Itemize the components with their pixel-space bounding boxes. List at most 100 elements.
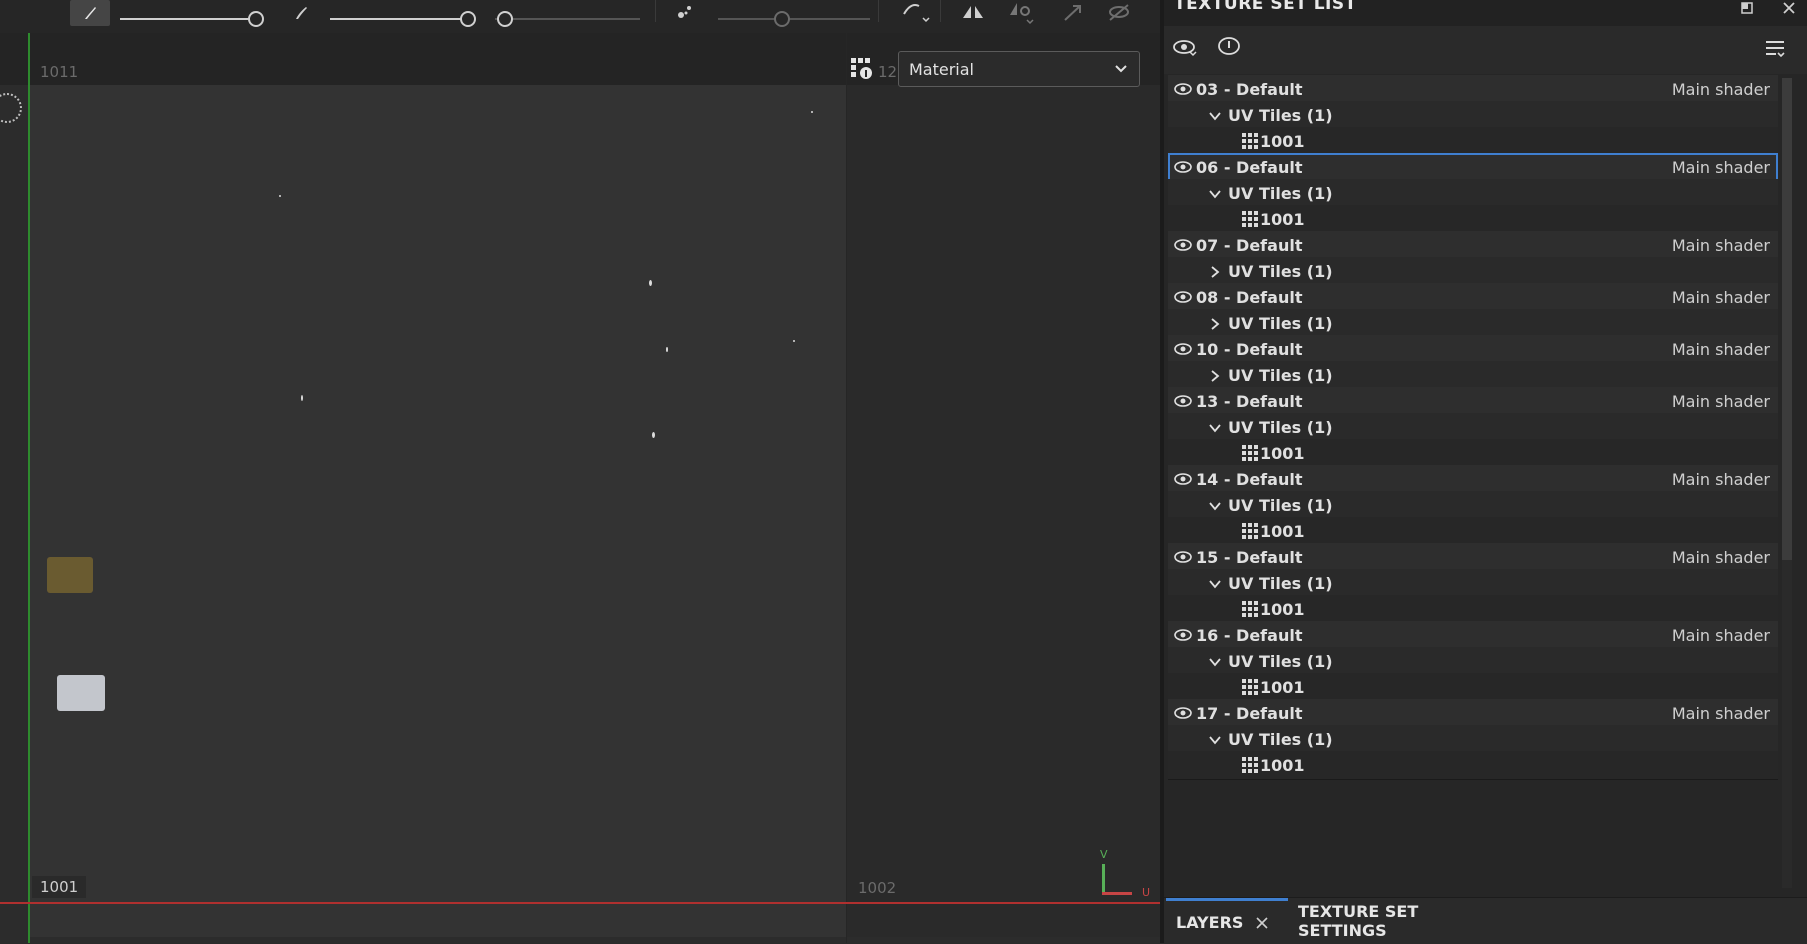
close-tab-icon[interactable] bbox=[1255, 916, 1269, 930]
chevron-down-icon[interactable] bbox=[1208, 186, 1222, 205]
eye-icon[interactable] bbox=[1174, 159, 1192, 178]
panel-tabs: LAYERS TEXTURE SET SETTINGS bbox=[1164, 897, 1807, 944]
uv-tiles-row[interactable]: UV Tiles (1) bbox=[1168, 309, 1778, 338]
navigation-gizmo[interactable] bbox=[0, 93, 22, 123]
flow-slider[interactable] bbox=[330, 11, 476, 27]
eye-icon[interactable] bbox=[1174, 471, 1192, 490]
spacing-slider-knob[interactable] bbox=[774, 11, 790, 27]
texture-set-row[interactable]: 14 - Default Main shader bbox=[1168, 465, 1778, 494]
chevron-down-icon[interactable] bbox=[1208, 576, 1222, 595]
grid-icon bbox=[1242, 133, 1258, 153]
uv-tile-row[interactable]: 1001 bbox=[1168, 439, 1778, 468]
shader-label: Main shader bbox=[1671, 339, 1770, 359]
uv-tile-row[interactable]: 1001 bbox=[1168, 751, 1778, 780]
v-axis-line bbox=[28, 33, 30, 943]
eye-icon[interactable] bbox=[1174, 81, 1192, 100]
uv-tiles-row[interactable]: UV Tiles (1) bbox=[1168, 647, 1778, 676]
eye-icon[interactable] bbox=[1174, 393, 1192, 412]
texture-set-row[interactable]: 13 - Default Main shader bbox=[1168, 387, 1778, 416]
eye-icon[interactable] bbox=[1174, 341, 1192, 360]
uv-tiles-row[interactable]: UV Tiles (1) bbox=[1168, 179, 1778, 208]
size-slider[interactable] bbox=[120, 11, 264, 27]
shader-label: Main shader bbox=[1671, 287, 1770, 307]
symmetry-settings-button[interactable] bbox=[1006, 0, 1036, 26]
uv-tiles-row[interactable]: UV Tiles (1) bbox=[1168, 257, 1778, 286]
uv-island bbox=[301, 395, 303, 401]
opacity-slider-knob[interactable] bbox=[497, 11, 513, 27]
scatter-button[interactable] bbox=[672, 0, 700, 26]
tab-layers[interactable]: LAYERS bbox=[1166, 898, 1288, 944]
chevron-right-icon[interactable] bbox=[1208, 264, 1222, 283]
uv-tiles-row[interactable]: UV Tiles (1) bbox=[1168, 101, 1778, 130]
list-options-icon[interactable] bbox=[1764, 38, 1786, 60]
uv-tiles-label: UV Tiles (1) bbox=[1228, 365, 1333, 385]
channel-display-button[interactable] bbox=[850, 57, 874, 85]
texture-set-name: 06 - Default bbox=[1196, 157, 1303, 177]
tile-label-top-left: 1011 bbox=[40, 63, 79, 81]
transform-button[interactable] bbox=[1058, 0, 1088, 26]
eye-icon[interactable] bbox=[1174, 705, 1192, 724]
uv-tile-row[interactable]: 1001 bbox=[1168, 595, 1778, 624]
tool-properties-toolbar bbox=[0, 0, 1160, 34]
texture-set-row[interactable]: 15 - Default Main shader bbox=[1168, 543, 1778, 572]
toolbar-divider bbox=[940, 0, 941, 22]
visibility-settings-icon[interactable] bbox=[1172, 36, 1198, 60]
opacity-slider[interactable] bbox=[495, 11, 640, 27]
chevron-right-icon[interactable] bbox=[1208, 316, 1222, 335]
symmetry-button[interactable] bbox=[958, 0, 988, 26]
spacing-slider[interactable] bbox=[718, 11, 870, 27]
stroke-button[interactable] bbox=[288, 0, 314, 26]
chevron-down-icon[interactable] bbox=[1208, 732, 1222, 751]
flow-slider-knob[interactable] bbox=[460, 11, 476, 27]
uv-tile-1001[interactable] bbox=[29, 85, 847, 937]
uv-tile-row[interactable]: 1001 bbox=[1168, 673, 1778, 702]
shader-label: Main shader bbox=[1671, 157, 1770, 177]
uv-tiles-row[interactable]: UV Tiles (1) bbox=[1168, 491, 1778, 520]
brush-tool-button[interactable] bbox=[70, 0, 110, 26]
scatter-icon bbox=[678, 6, 691, 18]
uv-tiles-row[interactable]: UV Tiles (1) bbox=[1168, 413, 1778, 442]
uv-tiles-label: UV Tiles (1) bbox=[1228, 313, 1333, 333]
eye-icon[interactable] bbox=[1174, 627, 1192, 646]
texture-set-row[interactable]: 07 - Default Main shader bbox=[1168, 231, 1778, 260]
texture-set-row[interactable]: 03 - Default Main shader bbox=[1168, 75, 1778, 104]
uv-viewport[interactable]: 1011 12 1001 1002 Material V U bbox=[0, 33, 1160, 943]
texture-set-row[interactable]: 16 - Default Main shader bbox=[1168, 621, 1778, 650]
texture-set-row[interactable]: 17 - Default Main shader bbox=[1168, 699, 1778, 728]
grid-icon bbox=[1242, 679, 1258, 699]
texture-set-name: 07 - Default bbox=[1196, 235, 1303, 255]
chevron-down-icon[interactable] bbox=[1208, 420, 1222, 439]
texture-set-row[interactable]: 08 - Default Main shader bbox=[1168, 283, 1778, 312]
uv-tiles-row[interactable]: UV Tiles (1) bbox=[1168, 569, 1778, 598]
eye-icon[interactable] bbox=[1174, 237, 1192, 256]
uv-tiles-row[interactable]: UV Tiles (1) bbox=[1168, 725, 1778, 754]
uv-tile-row[interactable]: 1001 bbox=[1168, 517, 1778, 546]
chevron-right-icon[interactable] bbox=[1208, 368, 1222, 387]
chevron-down-icon[interactable] bbox=[1208, 654, 1222, 673]
float-panel-icon[interactable] bbox=[1739, 0, 1755, 16]
list-scrollbar[interactable] bbox=[1782, 78, 1792, 888]
eye-icon[interactable] bbox=[1174, 549, 1192, 568]
eye-icon[interactable] bbox=[1174, 289, 1192, 308]
tab-texture-set-settings[interactable]: TEXTURE SET SETTINGS bbox=[1292, 898, 1512, 944]
info-icon[interactable] bbox=[1218, 35, 1240, 57]
uv-tile-label: 1001 bbox=[1260, 443, 1305, 463]
texture-set-name: 17 - Default bbox=[1196, 703, 1303, 723]
uv-tile-1002[interactable] bbox=[847, 85, 1160, 937]
uv-tiles-row[interactable]: UV Tiles (1) bbox=[1168, 361, 1778, 390]
material-select-value: Material bbox=[909, 59, 974, 79]
uv-tile-row[interactable]: 1001 bbox=[1168, 127, 1778, 156]
material-channel-select[interactable]: Material bbox=[898, 51, 1140, 87]
curve-button[interactable] bbox=[898, 0, 934, 26]
scrollbar-thumb[interactable] bbox=[1782, 78, 1792, 560]
toolbar-divider bbox=[655, 0, 656, 22]
hide-button[interactable] bbox=[1104, 0, 1134, 26]
chevron-down-icon[interactable] bbox=[1208, 108, 1222, 127]
chevron-down-icon[interactable] bbox=[1208, 498, 1222, 517]
texture-set-row[interactable]: 06 - Default Main shader bbox=[1168, 153, 1778, 182]
close-icon[interactable] bbox=[1781, 0, 1797, 16]
uv-tiles-label: UV Tiles (1) bbox=[1228, 183, 1333, 203]
uv-tile-row[interactable]: 1001 bbox=[1168, 205, 1778, 234]
texture-set-row[interactable]: 10 - Default Main shader bbox=[1168, 335, 1778, 364]
size-slider-knob[interactable] bbox=[248, 11, 264, 27]
